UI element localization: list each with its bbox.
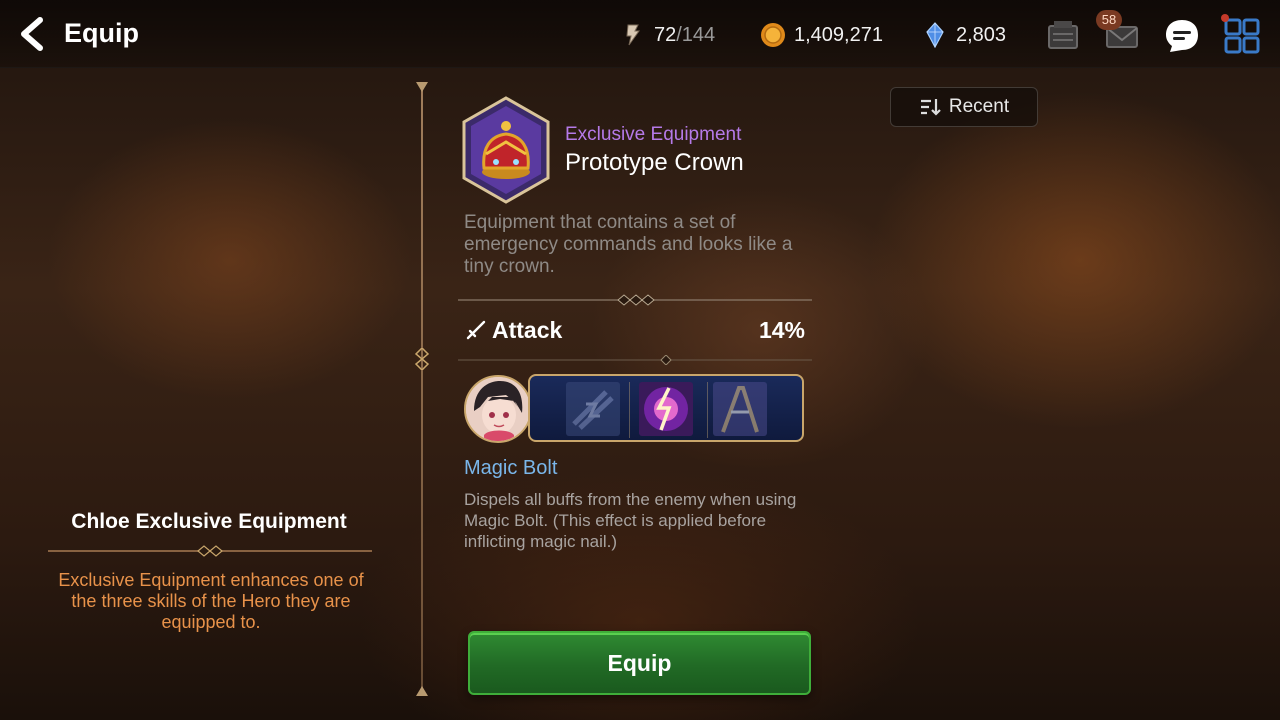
inventory-button[interactable]	[1043, 16, 1083, 56]
crown-icon	[462, 96, 550, 204]
skill-3-icon[interactable]	[713, 382, 767, 436]
menu-notification-dot	[1221, 14, 1229, 22]
left-panel-description: Exclusive Equipment enhances one of the …	[58, 570, 364, 632]
crystal-counter: 2,803	[922, 22, 1006, 48]
item-type-label: Exclusive Equipment	[565, 124, 742, 145]
gold-amount: 1,409,271	[794, 23, 883, 46]
sort-icon	[920, 99, 941, 116]
skill-separator	[629, 382, 630, 438]
stat-name: Attack	[492, 317, 563, 343]
sort-button[interactable]: Recent	[890, 87, 1038, 127]
left-panel-divider	[48, 545, 372, 557]
equip-button[interactable]: Equip	[468, 631, 811, 695]
item-icon[interactable]	[456, 96, 556, 206]
skill-separator	[707, 382, 708, 438]
stamina-counter: 72/144	[620, 22, 715, 48]
back-button[interactable]	[14, 14, 54, 54]
sort-label: Recent	[948, 96, 1010, 117]
skill-name: Magic Bolt	[464, 457, 558, 479]
stamina-current: 72	[654, 23, 677, 46]
gold-counter: 1,409,271	[760, 22, 883, 48]
panel-divider	[421, 88, 423, 694]
inventory-icon	[1048, 21, 1078, 49]
sword-icon	[466, 320, 486, 340]
stamina-max: /144	[676, 23, 716, 46]
item-name: Prototype Crown	[565, 149, 744, 176]
hero-portrait[interactable]	[464, 375, 532, 443]
skill-2-icon-selected[interactable]	[639, 382, 693, 436]
skill-2-art	[639, 382, 693, 436]
skill-1-icon[interactable]	[566, 382, 620, 436]
skills-panel	[528, 374, 804, 442]
hero-avatar	[466, 377, 530, 441]
divider-cap-top	[416, 82, 428, 92]
stat-divider-bottom	[458, 355, 812, 365]
stat-divider-top	[458, 294, 812, 306]
skill-1-art	[566, 382, 620, 436]
divider-ornament	[414, 348, 430, 370]
skill-description: Dispels all buffs from the enemy when us…	[464, 490, 797, 551]
gold-coin-icon	[761, 23, 785, 47]
left-panel-title: Chloe Exclusive Equipment	[71, 510, 347, 533]
crystal-amount: 2,803	[956, 23, 1007, 46]
top-bar: Equip 72/144 1,409,271 2,803 58	[0, 0, 1280, 68]
main-menu-button[interactable]	[1222, 16, 1262, 56]
mail-badge: 58	[1096, 10, 1122, 30]
divider-cap-bottom	[416, 686, 428, 696]
page-title: Equip	[64, 18, 139, 48]
skill-3-art	[713, 382, 767, 436]
menu-grid-icon	[1224, 18, 1260, 54]
stat-value: 14%	[758, 317, 805, 343]
chat-button[interactable]	[1162, 16, 1202, 56]
crystal-icon	[926, 22, 944, 48]
back-arrow-icon	[21, 17, 43, 51]
item-description: Equipment that contains a set of emergen…	[464, 212, 793, 277]
stamina-icon	[626, 24, 640, 46]
chat-icon	[1166, 20, 1198, 52]
